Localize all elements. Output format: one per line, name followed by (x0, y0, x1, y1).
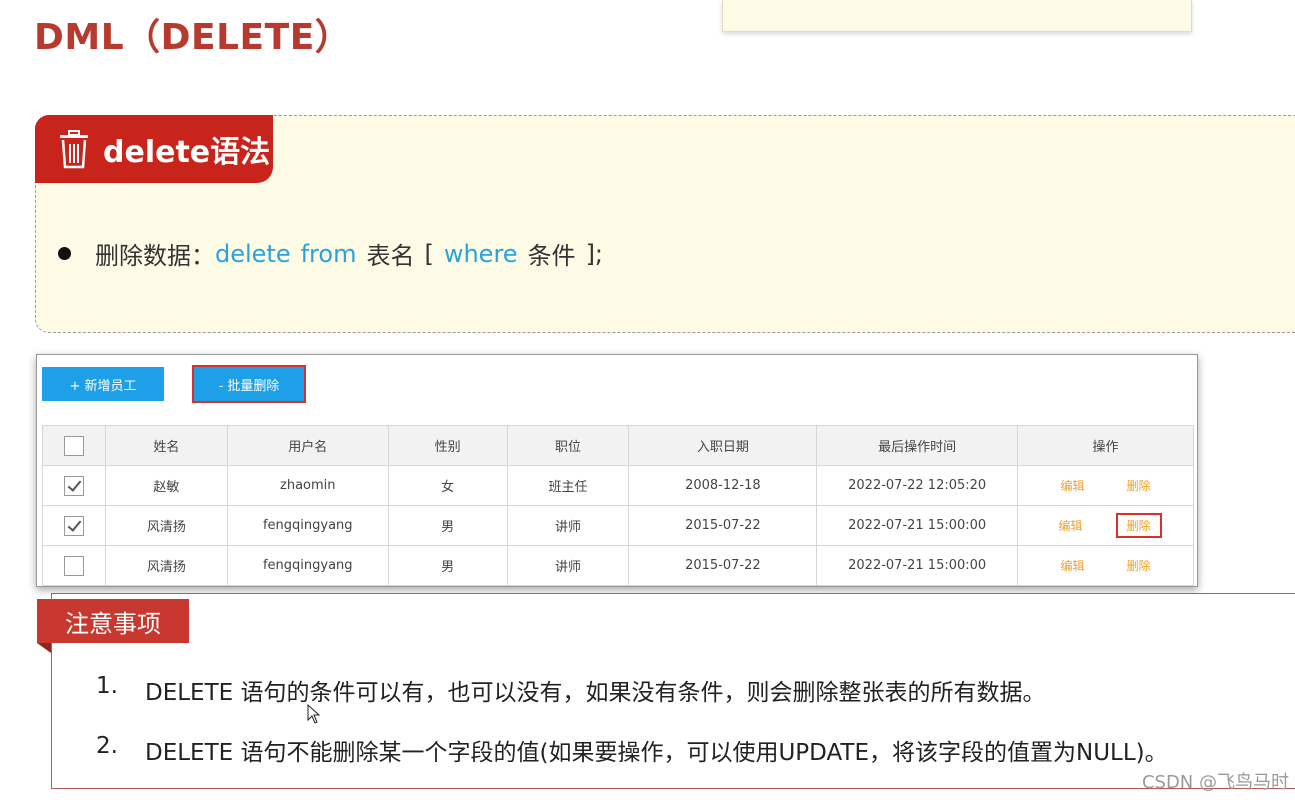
select-all-cell (42, 425, 106, 466)
row-checkbox[interactable] (63, 515, 84, 536)
cell-username: fengqingyang (226, 505, 389, 546)
row-checkbox[interactable] (63, 475, 84, 496)
top-note-box (722, 0, 1192, 32)
table-row: 赵敏 zhaomin 女 班主任 2008-12-18 2022-07-22 1… (42, 465, 1194, 506)
cell-name: 赵敏 (104, 465, 228, 506)
syntax-open-bracket: [ (424, 239, 434, 268)
notice-item-text: DELETE 语句不能删除某一个字段的值(如果要操作，可以使用UPDATE，将该… (145, 740, 1168, 766)
notice-item-2: 2. DELETE 语句不能删除某一个字段的值(如果要操作，可以使用UPDATE… (96, 733, 1168, 767)
bullet-icon (58, 247, 71, 260)
header-name: 姓名 (104, 425, 228, 466)
trash-icon (60, 130, 88, 169)
cell-gender: 女 (387, 465, 508, 506)
notice-item-text: DELETE 语句的条件可以有，也可以没有，如果没有条件，则会删除整张表的所有数… (145, 680, 1046, 706)
row-select-cell (42, 545, 106, 586)
cell-name: 风清扬 (104, 505, 228, 546)
cell-gender: 男 (387, 545, 508, 586)
edit-button[interactable]: 编辑 (1051, 555, 1093, 576)
batch-delete-button[interactable]: - 批量删除 (192, 365, 306, 403)
header-position: 职位 (506, 425, 630, 466)
notice-item-number: 1. (96, 673, 118, 699)
cell-last-op-time: 2022-07-22 12:05:20 (816, 465, 1019, 506)
header-actions: 操作 (1017, 425, 1194, 466)
edit-button[interactable]: 编辑 (1051, 475, 1093, 496)
notice-item-number: 2. (96, 733, 118, 759)
notice-tag: 注意事项 (37, 599, 189, 643)
watermark: CSDN @飞鸟马时 (1141, 772, 1289, 793)
cell-entry-date: 2015-07-22 (628, 545, 818, 586)
add-employee-button[interactable]: + 新增员工 (42, 367, 164, 401)
syntax-tag-label: delete语法 (103, 135, 271, 170)
edit-button[interactable]: 编辑 (1049, 515, 1091, 536)
row-checkbox[interactable] (63, 555, 84, 576)
notice-tag-fold (37, 643, 51, 653)
cell-last-op-time: 2022-07-21 15:00:00 (816, 505, 1019, 546)
keyword-where: where (443, 239, 518, 268)
syntax-close: ]; (585, 239, 604, 268)
cell-username: zhaomin (226, 465, 389, 506)
cell-entry-date: 2015-07-22 (628, 505, 818, 546)
page-title: DML（DELETE） (34, 17, 352, 58)
mouse-cursor-icon (307, 704, 321, 724)
keyword-from: from (300, 239, 357, 268)
header-last-op-time: 最后操作时间 (816, 425, 1019, 466)
cell-actions: 编辑 删除 (1017, 465, 1194, 506)
delete-button[interactable]: 删除 (1118, 475, 1160, 496)
row-select-cell (42, 505, 106, 546)
table-row: 风清扬 fengqingyang 男 讲师 2015-07-22 2022-07… (42, 545, 1194, 586)
syntax-table-name: 表名 (366, 242, 415, 270)
employee-table-window: + 新增员工 - 批量删除 姓名 用户名 性别 职位 入职日期 最后操作时间 操… (36, 354, 1198, 587)
keyword-delete: delete (215, 239, 291, 268)
cell-name: 风清扬 (104, 545, 228, 586)
cell-actions: 编辑 删除 (1017, 545, 1194, 586)
select-all-checkbox[interactable] (63, 435, 84, 456)
cell-entry-date: 2008-12-18 (628, 465, 818, 506)
notice-item-1: 1. DELETE 语句的条件可以有，也可以没有，如果没有条件，则会删除整张表的… (96, 673, 1045, 707)
syntax-prefix: 删除数据： (95, 242, 215, 270)
row-select-cell (42, 465, 106, 506)
table-header-row: 姓名 用户名 性别 职位 入职日期 最后操作时间 操作 (42, 425, 1194, 466)
header-entry-date: 入职日期 (628, 425, 818, 466)
cell-position: 班主任 (506, 465, 630, 506)
header-username: 用户名 (226, 425, 389, 466)
syntax-tag: delete语法 (35, 115, 273, 183)
table-row: 风清扬 fengqingyang 男 讲师 2015-07-22 2022-07… (42, 505, 1194, 546)
delete-button-highlighted[interactable]: 删除 (1115, 513, 1162, 538)
cell-last-op-time: 2022-07-21 15:00:00 (816, 545, 1019, 586)
syntax-condition: 条件 (527, 242, 576, 270)
cell-gender: 男 (387, 505, 508, 546)
cell-position: 讲师 (506, 545, 630, 586)
cell-position: 讲师 (506, 505, 630, 546)
cell-username: fengqingyang (226, 545, 389, 586)
header-gender: 性别 (387, 425, 508, 466)
cell-actions: 编辑 删除 (1017, 505, 1194, 546)
delete-button[interactable]: 删除 (1118, 555, 1160, 576)
employee-table: 姓名 用户名 性别 职位 入职日期 最后操作时间 操作 赵敏 zhaomin 女… (42, 425, 1194, 586)
syntax-line: 删除数据： delete from 表名 [ where 条件 ]; (58, 236, 603, 271)
